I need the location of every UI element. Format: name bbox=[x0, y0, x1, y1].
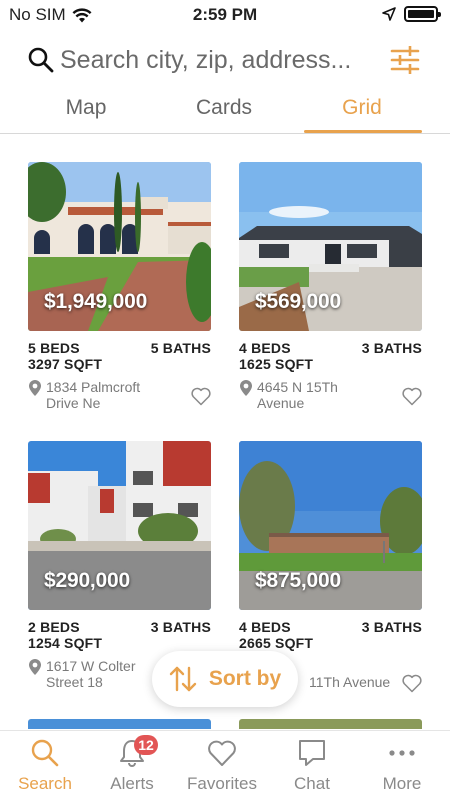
nav-search-label: Search bbox=[18, 774, 72, 793]
sort-by-button[interactable]: Sort by bbox=[152, 651, 298, 707]
bottom-nav: Search 12 Alerts Favorites Chat More bbox=[0, 730, 450, 800]
address-line-2: Drive Ne bbox=[46, 395, 101, 411]
location-pin-icon bbox=[29, 659, 41, 675]
listing-beds: 4 BEDS bbox=[239, 340, 291, 356]
tab-map[interactable]: Map bbox=[26, 96, 146, 120]
filter-sliders-icon[interactable] bbox=[390, 44, 420, 76]
alerts-badge: 12 bbox=[134, 735, 158, 755]
nav-more-label: More bbox=[382, 774, 422, 793]
listing-address: 1834 Palmcroft Drive Ne bbox=[46, 379, 178, 411]
listing-sqft: 1254 SQFT bbox=[28, 635, 103, 651]
listing-address: 4645 N 15Th Avenue bbox=[257, 379, 389, 411]
nav-favorites[interactable]: Favorites bbox=[177, 731, 267, 800]
listing-photo[interactable]: $290,000 bbox=[28, 441, 211, 610]
location-pin-icon bbox=[29, 380, 41, 396]
listing-beds: 2 BEDS bbox=[28, 619, 80, 635]
listing-card[interactable] bbox=[28, 719, 211, 729]
location-arrow-icon bbox=[382, 7, 396, 21]
sort-by-label: Sort by bbox=[208, 667, 282, 690]
status-right bbox=[382, 6, 441, 22]
listing-sqft: 3297 SQFT bbox=[28, 356, 103, 372]
listing-photo[interactable] bbox=[28, 719, 211, 729]
nav-chat-label: Chat bbox=[294, 774, 330, 793]
listing-baths: 3 BATHS bbox=[150, 619, 211, 635]
listing-baths: 5 BATHS bbox=[150, 340, 211, 356]
favorite-heart-icon[interactable] bbox=[191, 387, 211, 406]
nav-alerts[interactable]: 12 Alerts bbox=[87, 731, 177, 800]
favorite-heart-icon[interactable] bbox=[402, 674, 422, 693]
tab-cards[interactable]: Cards bbox=[164, 96, 284, 120]
sort-arrows-icon bbox=[169, 666, 197, 692]
heart-icon bbox=[208, 740, 236, 766]
address-line-1: 1834 Palmcroft bbox=[46, 379, 141, 395]
search-icon bbox=[31, 739, 59, 767]
nav-alerts-label: Alerts bbox=[110, 774, 154, 793]
battery-icon bbox=[404, 6, 441, 22]
nav-chat[interactable]: Chat bbox=[267, 731, 357, 800]
listing-card[interactable] bbox=[239, 719, 422, 729]
listing-beds: 4 BEDS bbox=[239, 619, 291, 635]
listing-sqft: 1625 SQFT bbox=[239, 356, 314, 372]
listing-baths: 3 BATHS bbox=[361, 340, 422, 356]
address-line-2: Avenue bbox=[257, 395, 305, 411]
listing-price: $290,000 bbox=[44, 569, 130, 592]
search-input[interactable] bbox=[60, 42, 378, 78]
location-pin-icon bbox=[240, 380, 252, 396]
listing-photo[interactable]: $1,949,000 bbox=[28, 162, 211, 331]
active-tab-indicator bbox=[304, 130, 422, 133]
search-icon bbox=[28, 47, 54, 73]
nav-more[interactable]: More bbox=[357, 731, 447, 800]
listing-photo[interactable] bbox=[239, 719, 422, 729]
status-bar: No SIM 2:59 PM bbox=[0, 0, 450, 30]
listing-beds: 5 BEDS bbox=[28, 340, 80, 356]
listing-price: $569,000 bbox=[255, 290, 341, 313]
chat-icon bbox=[299, 740, 325, 766]
more-icon bbox=[389, 750, 415, 756]
listing-photo[interactable]: $875,000 bbox=[239, 441, 422, 610]
listing-baths: 3 BATHS bbox=[361, 619, 422, 635]
search-bar bbox=[0, 38, 450, 82]
listing-price: $1,949,000 bbox=[44, 290, 148, 313]
nav-search[interactable]: Search bbox=[0, 731, 90, 800]
nav-favorites-label: Favorites bbox=[187, 774, 257, 793]
view-tabs: Map Cards Grid bbox=[0, 92, 450, 134]
listing-sqft: 2665 SQFT bbox=[239, 635, 314, 651]
listing-price: $875,000 bbox=[255, 569, 341, 592]
address-line-1: 4645 N 15Th bbox=[257, 379, 338, 395]
tab-grid[interactable]: Grid bbox=[302, 96, 422, 120]
favorite-heart-icon[interactable] bbox=[402, 387, 422, 406]
listing-photo[interactable]: $569,000 bbox=[239, 162, 422, 331]
